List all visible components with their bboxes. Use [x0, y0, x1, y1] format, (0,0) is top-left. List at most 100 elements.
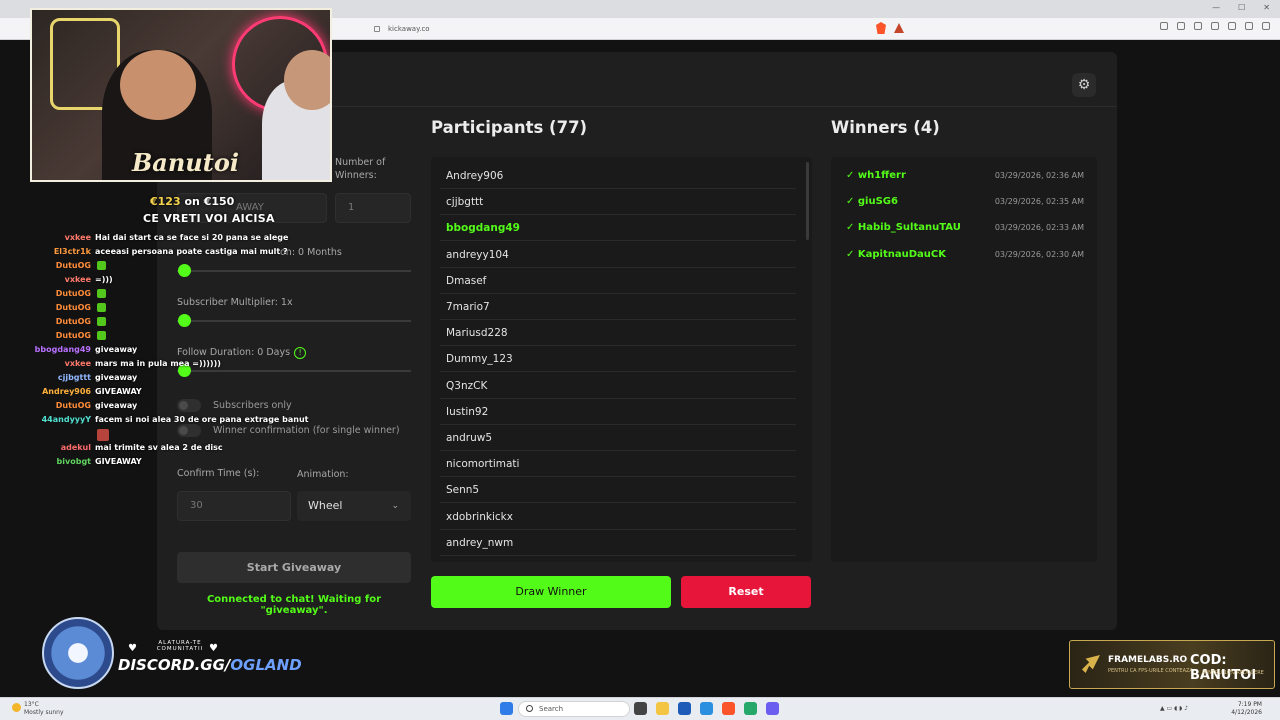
draw-winner-button[interactable]: Draw Winner	[431, 576, 671, 608]
participant-row: andreyy104	[440, 242, 796, 268]
address-text: kickaway.co	[388, 25, 430, 33]
weather-temp: 13°C	[24, 701, 39, 708]
chat-text: GIVEAWAY	[95, 387, 142, 396]
participant-row: Q3nzCK	[440, 373, 796, 399]
extension-icon[interactable]	[1177, 22, 1185, 30]
participant-row: Iustin92	[440, 399, 796, 425]
chat-text: giveaway	[95, 373, 138, 382]
participant-row: andrey_nwm	[440, 530, 796, 556]
start-giveaway-button[interactable]: Start Giveaway	[177, 552, 411, 583]
discord-icon[interactable]	[766, 702, 779, 715]
brave-rewards-icon[interactable]	[894, 23, 904, 33]
maximize-icon[interactable]: ☐	[1238, 3, 1245, 12]
chat-username: DutuOG	[55, 401, 91, 410]
donation-goal: €123 on €150	[150, 195, 234, 208]
windows-start-icon[interactable]	[500, 702, 513, 715]
chat-username: DutuOG	[55, 289, 91, 298]
edge-icon[interactable]	[700, 702, 713, 715]
winner-row: ✓ KapitnauDauCK 03/29/2026, 02:30 AM	[846, 242, 1084, 268]
participants-scrollbar[interactable]	[806, 162, 809, 240]
participant-row: Senn5	[440, 477, 796, 504]
extension-icon[interactable]	[1245, 22, 1253, 30]
search-icon	[526, 705, 533, 712]
weather-widget[interactable]: 13°C Mostly sunny	[12, 701, 64, 717]
chat-username: DutuOG	[55, 303, 91, 312]
clock-date: 4/12/2026	[1231, 709, 1262, 716]
animation-select[interactable]: Wheel ⌄	[297, 491, 411, 521]
chat-username: DutuOG	[55, 331, 91, 340]
winner-time: 03/29/2026, 02:35 AM	[994, 197, 1084, 207]
chat-username: DutuOG	[55, 261, 91, 270]
guest-head	[284, 50, 330, 110]
participant-row: nicomortimati	[440, 451, 796, 478]
chat-text: =)))	[95, 275, 113, 284]
subscriber-multiplier-track[interactable]	[177, 320, 411, 322]
discord-url: DISCORD.GG/OGLAND	[118, 656, 302, 674]
subscription-duration-track[interactable]	[177, 270, 411, 272]
winner-time: 03/29/2026, 02:30 AM	[994, 249, 1084, 259]
settings-button[interactable]: ⚙	[1072, 73, 1096, 97]
extension-icon[interactable]	[1228, 22, 1236, 30]
participant-row: 7mario7	[440, 294, 796, 320]
extension-icon[interactable]	[1160, 22, 1168, 30]
chat-text: facem si noi alea 30 de ore pana extrage…	[95, 415, 309, 424]
subscriber-multiplier-slider[interactable]	[178, 314, 191, 327]
system-tray[interactable]: ▲ ▭ ◖ ◗ ♪	[1160, 705, 1188, 712]
follow-duration-track[interactable]	[177, 370, 411, 372]
minimize-icon[interactable]: —	[1212, 3, 1220, 12]
taskbar-clock[interactable]: 7:19 PM 4/12/2026	[1231, 701, 1262, 717]
chat-username: 44andyyyY	[41, 415, 91, 424]
site-info-icon[interactable]	[374, 26, 380, 32]
info-icon[interactable]: !	[294, 347, 307, 359]
participants-title: Participants (77)	[431, 118, 588, 137]
participant-row: xdobrinkickx	[440, 504, 796, 530]
winner-row: ✓ giuSG6 03/29/2026, 02:35 AM	[846, 189, 1084, 215]
discord-join-text: ALATURA-TE COMUNITATII	[156, 640, 204, 652]
chat-status: Connected to chat! Waiting for "giveaway…	[206, 594, 382, 616]
chat-emote-icon	[97, 429, 109, 441]
follow-duration-text: Follow Duration: 0 Days	[177, 347, 291, 358]
participants-list[interactable]: Andrey906 cjjbgttt bbogdang49 andreyy104 Dma…	[431, 157, 812, 562]
extension-icon[interactable]	[1211, 22, 1219, 30]
close-icon[interactable]: ✕	[1263, 3, 1270, 12]
goal-current: €123	[150, 195, 181, 208]
subscribers-only-label: Subscribers only	[213, 400, 292, 411]
number-of-winners-label: Number of Winners:	[335, 157, 386, 181]
menu-icon[interactable]	[1262, 22, 1270, 30]
animation-value: Wheel	[308, 499, 343, 512]
participant-row: Dmasef	[440, 268, 796, 294]
chat-username: El3ctr1k	[53, 247, 91, 256]
extension-icon[interactable]	[1194, 22, 1202, 30]
sun-icon	[12, 703, 21, 712]
subscription-duration-slider[interactable]	[178, 264, 191, 277]
animation-label: Animation:	[297, 469, 349, 480]
reset-button[interactable]: Reset	[681, 576, 811, 608]
taskbar-search[interactable]: Search	[518, 701, 630, 717]
weather-desc: Mostly sunny	[24, 709, 64, 716]
rocket-icon	[1082, 655, 1100, 673]
confirm-time-input[interactable]: 30	[177, 491, 291, 521]
store-icon[interactable]	[678, 702, 691, 715]
address-bar[interactable]: kickaway.co	[370, 21, 910, 37]
task-view-icon[interactable]	[634, 702, 647, 715]
sponsor-code-sub: PENTRU 10% REDUCERE	[1202, 670, 1264, 676]
participant-row: Andrey906	[440, 163, 796, 189]
sponsor-name: FRAMELABS.RO	[1108, 655, 1188, 665]
goal-on: on	[180, 195, 204, 208]
window-controls[interactable]: — ☐ ✕	[1212, 3, 1270, 12]
chat-username: cjjbgttt	[57, 373, 91, 382]
chat-text: Hai dai start ca se face si 20 pana se a…	[95, 233, 289, 242]
brave-icon[interactable]	[722, 702, 735, 715]
chat-username: adekul	[60, 443, 91, 452]
subscriber-multiplier-label: Subscriber Multiplier: 1x	[177, 297, 293, 308]
subscribers-only-toggle[interactable]	[177, 399, 201, 412]
goal-target: €150	[203, 195, 235, 208]
winner-time: 03/29/2026, 02:33 AM	[994, 223, 1084, 233]
file-explorer-icon[interactable]	[656, 702, 669, 715]
chat-username: Andrey906	[42, 387, 91, 396]
subscription-duration-label: on: 0 Months	[280, 247, 342, 258]
chat-username: DutuOG	[55, 317, 91, 326]
number-of-winners-input[interactable]: 1	[335, 193, 411, 223]
app-icon[interactable]	[744, 702, 757, 715]
chat-text: mars ma in pula mea =))))))	[95, 359, 221, 368]
